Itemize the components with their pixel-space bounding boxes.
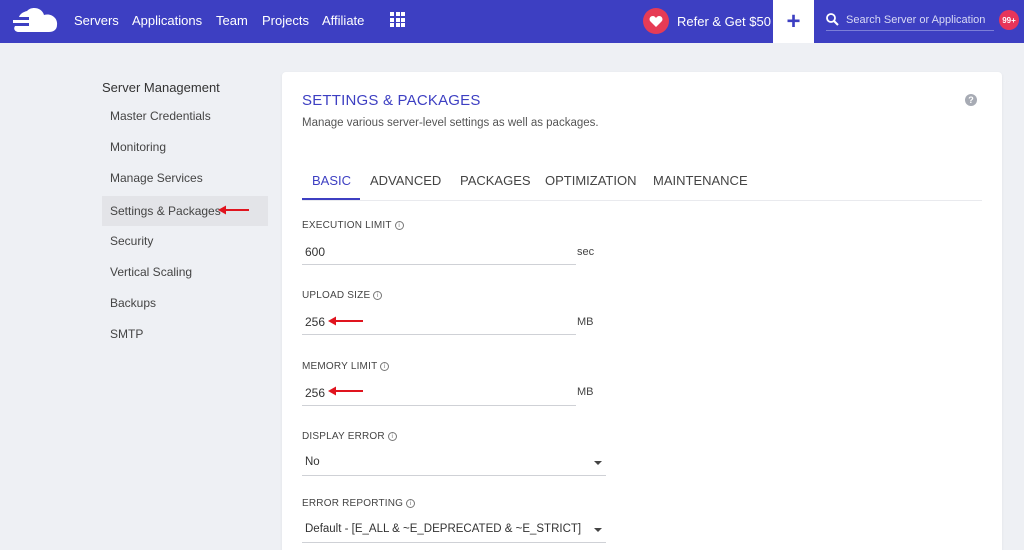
- upload-size-unit: MB: [577, 316, 594, 328]
- help-icon[interactable]: ?: [965, 94, 977, 106]
- info-icon: i: [387, 432, 397, 441]
- info-icon: i: [406, 499, 416, 508]
- tab-optimization[interactable]: OPTIMIZATION: [545, 173, 636, 188]
- memory-limit-label: MEMORY LIMIT i: [302, 361, 390, 372]
- tab-packages[interactable]: PACKAGES: [460, 173, 531, 188]
- page-subtitle: Manage various server-level settings as …: [302, 117, 599, 129]
- red-arrow-icon: [218, 205, 249, 215]
- display-error-label: DISPLAY ERROR i: [302, 431, 397, 442]
- page-title: SETTINGS & PACKAGES: [302, 92, 481, 109]
- search-input[interactable]: [846, 11, 994, 28]
- refer-button[interactable]: Refer & Get $50: [643, 7, 771, 35]
- active-tab-indicator: [302, 198, 360, 200]
- error-reporting-label: ERROR REPORTING i: [302, 498, 416, 509]
- tab-advanced[interactable]: ADVANCED: [370, 173, 441, 188]
- sidebar-title: Server Management: [102, 80, 220, 95]
- notification-badge[interactable]: 99+: [999, 10, 1019, 30]
- nav-projects-link[interactable]: Projects: [262, 13, 309, 28]
- info-icon: i: [373, 291, 383, 300]
- chevron-down-icon: [594, 461, 602, 465]
- sidebar-item-monitoring[interactable]: Monitoring: [102, 132, 268, 162]
- search-box: [826, 11, 994, 31]
- nav-team-link[interactable]: Team: [216, 13, 248, 28]
- sidebar-item-master-credentials[interactable]: Master Credentials: [102, 101, 268, 131]
- upload-size-label: UPLOAD SIZE i: [302, 290, 383, 301]
- execution-limit-unit: sec: [577, 246, 595, 258]
- info-icon: i: [380, 362, 390, 371]
- chevron-down-icon: [594, 528, 602, 532]
- memory-limit-unit: MB: [577, 386, 594, 398]
- settings-card: SETTINGS & PACKAGES Manage various serve…: [282, 72, 1002, 550]
- add-button[interactable]: +: [773, 0, 814, 43]
- nav-servers-link[interactable]: Servers: [74, 13, 119, 28]
- tab-basic[interactable]: BASIC: [312, 173, 351, 188]
- error-reporting-value: Default - [E_ALL & ~E_DEPRECATED & ~E_ST…: [305, 523, 582, 535]
- red-arrow-icon: [328, 386, 363, 396]
- nav-applications-link[interactable]: Applications: [132, 13, 202, 28]
- sidebar-item-smtp[interactable]: SMTP: [102, 319, 268, 349]
- nav-affiliate-link[interactable]: Affiliate: [322, 13, 364, 28]
- tabs-divider: [302, 200, 982, 201]
- cloud-logo-icon[interactable]: [9, 7, 61, 35]
- sidebar-item-vertical-scaling[interactable]: Vertical Scaling: [102, 257, 268, 287]
- execution-limit-input[interactable]: [302, 239, 576, 265]
- apps-grid-icon[interactable]: [390, 12, 405, 27]
- execution-limit-label: EXECUTION LIMIT i: [302, 220, 404, 231]
- refer-label: Refer & Get $50: [677, 13, 771, 29]
- search-icon: [826, 13, 839, 26]
- info-icon: i: [394, 221, 404, 230]
- sidebar-item-backups[interactable]: Backups: [102, 288, 268, 318]
- plus-icon: +: [786, 7, 801, 35]
- tab-maintenance[interactable]: MAINTENANCE: [653, 173, 748, 188]
- display-error-value: No: [305, 456, 320, 468]
- red-arrow-icon: [328, 316, 363, 326]
- display-error-select[interactable]: No: [302, 450, 606, 476]
- sidebar-item-security[interactable]: Security: [102, 226, 268, 256]
- heart-icon: [643, 8, 669, 34]
- error-reporting-select[interactable]: Default - [E_ALL & ~E_DEPRECATED & ~E_ST…: [302, 517, 606, 543]
- top-navbar: Servers Applications Team Projects Affil…: [0, 0, 1024, 43]
- sidebar-item-manage-services[interactable]: Manage Services: [102, 163, 268, 193]
